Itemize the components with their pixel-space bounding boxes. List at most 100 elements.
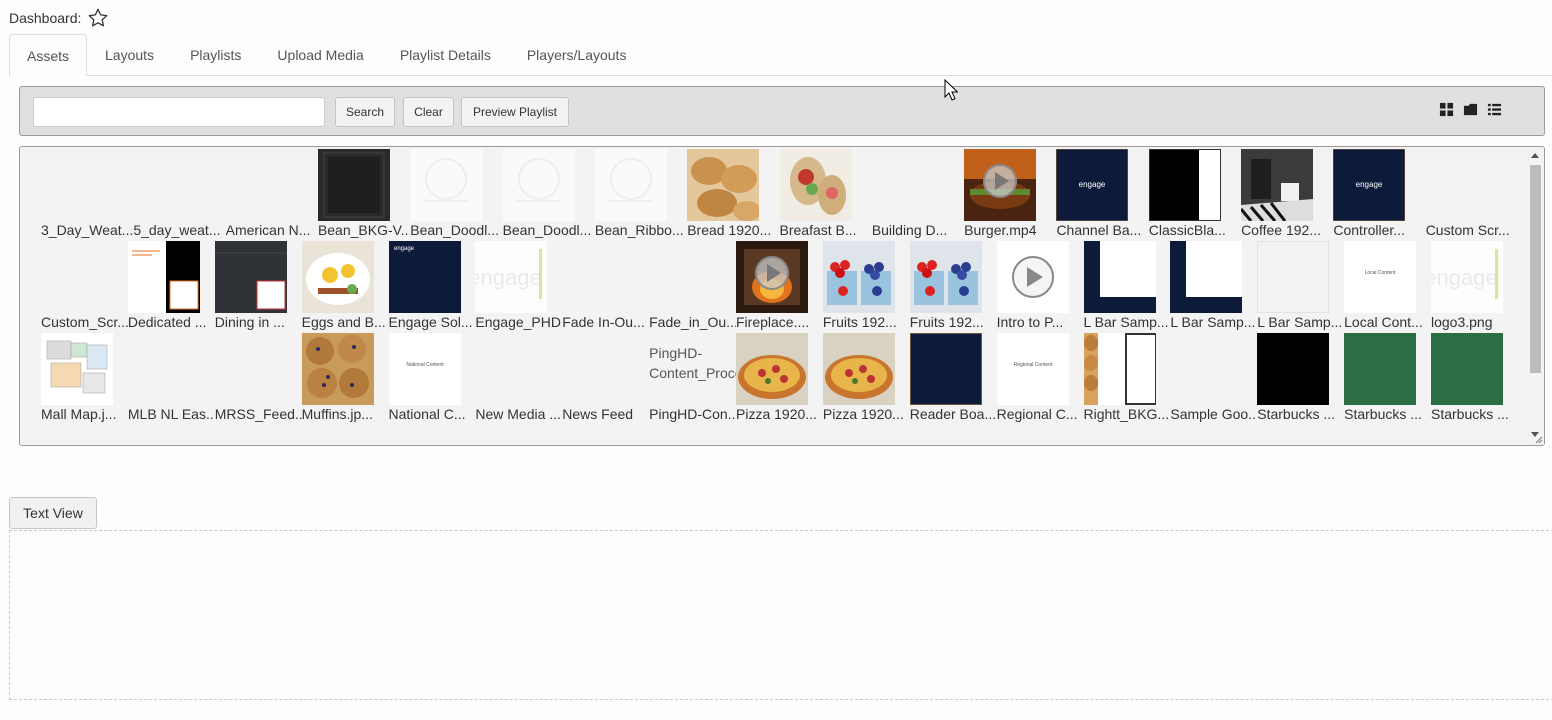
asset-item[interactable]: Fade In-Ou... — [562, 239, 649, 331]
asset-item[interactable]: News Feed — [562, 331, 649, 423]
asset-item[interactable]: Custom_Scr... — [41, 239, 128, 331]
asset-item[interactable]: engage logo3.png — [1431, 239, 1518, 331]
asset-label: Building D... — [871, 222, 948, 238]
asset-item[interactable]: Pizza 1920... — [822, 331, 910, 423]
resize-grip-icon[interactable] — [1535, 436, 1543, 444]
asset-item[interactable]: engage Engage Sol... — [388, 239, 476, 331]
playlist-drop-area[interactable] — [9, 530, 1552, 700]
asset-thumbnail: engage — [1333, 149, 1406, 221]
tab-playlists[interactable]: Playlists — [172, 34, 259, 75]
asset-item[interactable]: Rightt_BKG... — [1083, 331, 1171, 423]
asset-label: American N... — [225, 222, 311, 238]
clear-button[interactable]: Clear — [403, 97, 454, 127]
asset-item[interactable]: Starbucks ... — [1431, 331, 1518, 423]
grid-view-icon[interactable] — [1439, 102, 1454, 117]
star-icon[interactable] — [87, 7, 109, 29]
tab-players-layouts[interactable]: Players/Layouts — [509, 34, 645, 75]
search-input[interactable] — [33, 97, 325, 127]
scroll-thumb[interactable] — [1530, 165, 1541, 373]
asset-label: 3_Day_Weat... — [41, 222, 134, 238]
asset-item[interactable]: ClassicBla... — [1148, 147, 1241, 239]
asset-item[interactable]: PingHD-Content_Proce PingHD-Con... — [649, 331, 742, 423]
asset-item[interactable]: Mall Map.j... — [41, 331, 128, 423]
asset-label: Bean_Doodl... — [502, 222, 592, 238]
asset-item[interactable]: Starbucks ... — [1344, 331, 1431, 423]
asset-item[interactable]: L Bar Samp... — [1257, 239, 1344, 331]
text-view-button[interactable]: Text View — [9, 497, 97, 529]
asset-label: Custom_Scr... — [41, 314, 128, 330]
asset-item[interactable]: MRSS_Feed.... — [215, 331, 302, 423]
asset-item[interactable]: Bean_Doodl... — [410, 147, 502, 239]
tab-assets[interactable]: Assets — [9, 34, 88, 76]
asset-item[interactable]: Bean_BKG-V... — [317, 147, 410, 239]
asset-item[interactable]: Local Content Local Cont... — [1344, 239, 1431, 331]
tab-upload-media[interactable]: Upload Media — [259, 34, 381, 75]
asset-item[interactable]: National Content National C... — [388, 331, 476, 423]
asset-thumbnail — [214, 241, 287, 313]
asset-item[interactable]: Muffins.jp... — [301, 331, 389, 423]
asset-thumbnail: Regional Content — [996, 333, 1069, 405]
asset-label: Pizza 1920... — [736, 406, 817, 422]
asset-thumbnail — [594, 149, 667, 221]
list-view-icon[interactable] — [1487, 102, 1502, 117]
asset-label: Dining in ... — [214, 314, 285, 330]
asset-label: Dedicated ... — [127, 314, 207, 330]
asset-item[interactable]: Sample Goo... — [1170, 331, 1257, 423]
asset-item[interactable]: Bread 1920... — [687, 147, 779, 239]
asset-item[interactable]: Dining in ... — [214, 239, 302, 331]
asset-item[interactable]: engage Channel Ba... — [1056, 147, 1148, 239]
asset-label: PingHD-Con... — [649, 406, 736, 422]
scroll-up-arrow-icon[interactable] — [1531, 153, 1539, 158]
asset-item[interactable]: L Bar Samp... — [1083, 239, 1171, 331]
asset-item[interactable]: Burger.mp4 — [964, 147, 1056, 239]
asset-thumbnail — [964, 149, 1037, 221]
asset-item[interactable]: Dedicated ... — [127, 239, 215, 331]
asset-item[interactable]: Coffee 192... — [1241, 147, 1333, 239]
gallery-scrollbar[interactable] — [1526, 147, 1544, 445]
asset-label: Mall Map.j... — [41, 406, 117, 422]
asset-thumbnail: engage — [1431, 241, 1503, 313]
asset-item[interactable]: Fruits 192... — [822, 239, 910, 331]
preview-playlist-button[interactable]: Preview Playlist — [461, 97, 569, 127]
asset-item[interactable]: New Media ... — [475, 331, 562, 423]
asset-item[interactable]: Breafast B... — [779, 147, 872, 239]
asset-item[interactable]: engage Engage_PHD... — [475, 239, 562, 331]
tab-layouts[interactable]: Layouts — [87, 34, 172, 75]
asset-item[interactable]: Bean_Doodl... — [502, 147, 595, 239]
asset-thumbnail — [127, 241, 200, 313]
asset-item[interactable]: L Bar Samp... — [1170, 239, 1257, 331]
asset-item[interactable]: Building D... — [872, 147, 964, 239]
asset-item[interactable]: Fruits 192... — [909, 239, 997, 331]
asset-item[interactable]: Reader Boa... — [909, 331, 997, 423]
asset-label: Sample Goo... — [1170, 406, 1258, 422]
asset-item[interactable]: Fade_in_Ou... — [649, 239, 736, 331]
asset-item[interactable]: Pizza 1920... — [736, 331, 823, 423]
asset-item[interactable]: 3_Day_Weat... — [41, 147, 133, 239]
asset-item[interactable]: Eggs and B... — [301, 239, 389, 331]
asset-label: Fruits 192... — [909, 314, 984, 330]
tab-playlist-details[interactable]: Playlist Details — [382, 34, 509, 75]
asset-item[interactable]: 5_day_weat... — [133, 147, 225, 239]
asset-item[interactable]: Regional Content Regional C... — [996, 331, 1084, 423]
asset-item[interactable]: Intro to P... — [996, 239, 1084, 331]
asset-item[interactable]: American N... — [226, 147, 318, 239]
asset-label: Bean_Doodl... — [410, 222, 499, 238]
asset-item[interactable]: Fireplace.... — [736, 239, 823, 331]
asset-label: Eggs and B... — [301, 314, 386, 330]
asset-label: ClassicBla... — [1148, 222, 1226, 238]
asset-label: National C... — [388, 406, 466, 422]
asset-item[interactable]: Starbucks ... — [1257, 331, 1344, 423]
folder-view-icon[interactable] — [1463, 102, 1478, 117]
search-button[interactable]: Search — [335, 97, 395, 127]
asset-thumbnail — [822, 333, 895, 405]
gallery-row-2: Custom_Scr... Dedicated ... Dining in ... E… — [41, 239, 1518, 331]
asset-label: Bread 1920... — [687, 222, 772, 238]
asset-item[interactable]: Bean_Ribbo... — [594, 147, 687, 239]
asset-item[interactable]: Custom Scr... — [1426, 147, 1518, 239]
svg-text:engage: engage — [1079, 180, 1106, 189]
svg-text:Local Content: Local Content — [1365, 270, 1396, 276]
asset-item[interactable]: engage Controller... — [1333, 147, 1425, 239]
asset-thumbnail — [301, 241, 374, 313]
asset-toolbar: Search Clear Preview Playlist — [19, 86, 1545, 136]
asset-item[interactable]: MLB NL Eas... — [128, 331, 215, 423]
